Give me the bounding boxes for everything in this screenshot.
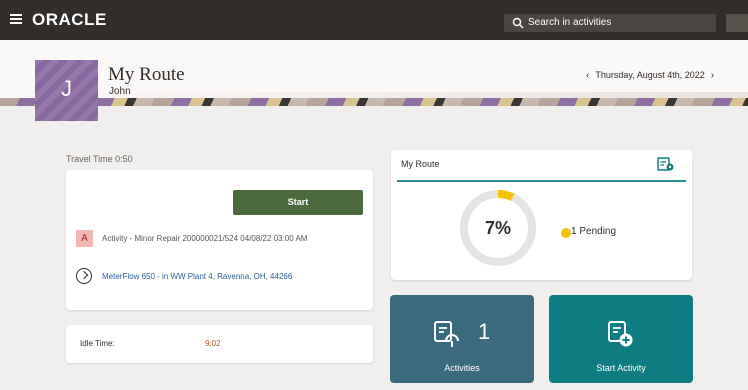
top-bar: ORACLE Search in activities xyxy=(0,0,748,40)
next-day-chevron-icon[interactable]: › xyxy=(705,70,720,81)
activity-badge: A xyxy=(76,230,93,247)
route-map-icon[interactable] xyxy=(657,156,675,174)
activities-count: 1 xyxy=(478,319,491,344)
card-accent-rule xyxy=(397,180,686,182)
page-title: My Route xyxy=(108,64,185,85)
avatar-initial: J xyxy=(61,76,72,101)
avatar: J xyxy=(35,60,98,121)
route-progress-percent: 7% xyxy=(484,218,511,238)
pending-status-dot xyxy=(561,228,571,238)
oracle-logo: ORACLE xyxy=(32,10,107,29)
travel-time-label: Travel Time 0:50 xyxy=(66,154,133,164)
idle-time-card: Idle Time: 9:02 xyxy=(66,325,373,363)
search-icon xyxy=(512,17,524,29)
navigation-icon[interactable] xyxy=(76,268,92,284)
start-button[interactable]: Start xyxy=(233,190,363,215)
search-input[interactable]: Search in activities xyxy=(504,14,716,32)
search-placeholder: Search in activities xyxy=(528,17,612,28)
my-route-card: My Route 7% 1 Pending xyxy=(391,150,692,280)
date-navigator: ‹ Thursday, August 4th, 2022 › xyxy=(580,70,720,81)
activity-list-icon xyxy=(434,321,459,347)
idle-time-label: Idle Time: xyxy=(80,339,115,348)
pending-count: 1 Pending xyxy=(571,226,617,237)
start-activity-tile[interactable]: Start Activity xyxy=(549,295,693,383)
activity-description: Activity - Minor Repair 200000021/524 04… xyxy=(102,234,308,243)
previous-day-chevron-icon[interactable]: ‹ xyxy=(580,70,595,81)
topbar-extra-button[interactable] xyxy=(726,14,748,32)
activity-card[interactable]: Start A Activity - Minor Repair 20000002… xyxy=(66,170,373,310)
activities-tile-label: Activities xyxy=(444,363,480,373)
add-activity-icon xyxy=(608,321,633,347)
address-link[interactable]: MeterFlow 650 - in WW Plant 4, Ravenna, … xyxy=(102,272,292,281)
current-date: Thursday, August 4th, 2022 xyxy=(595,70,705,80)
header-decorative-band xyxy=(0,98,748,106)
my-route-card-title: My Route xyxy=(401,159,440,169)
activities-tile[interactable]: 1 Activities xyxy=(390,295,534,383)
idle-time-value: 9:02 xyxy=(205,339,221,348)
hamburger-menu-icon[interactable] xyxy=(10,14,22,24)
user-name: John xyxy=(109,86,131,97)
start-activity-tile-label: Start Activity xyxy=(596,363,646,373)
